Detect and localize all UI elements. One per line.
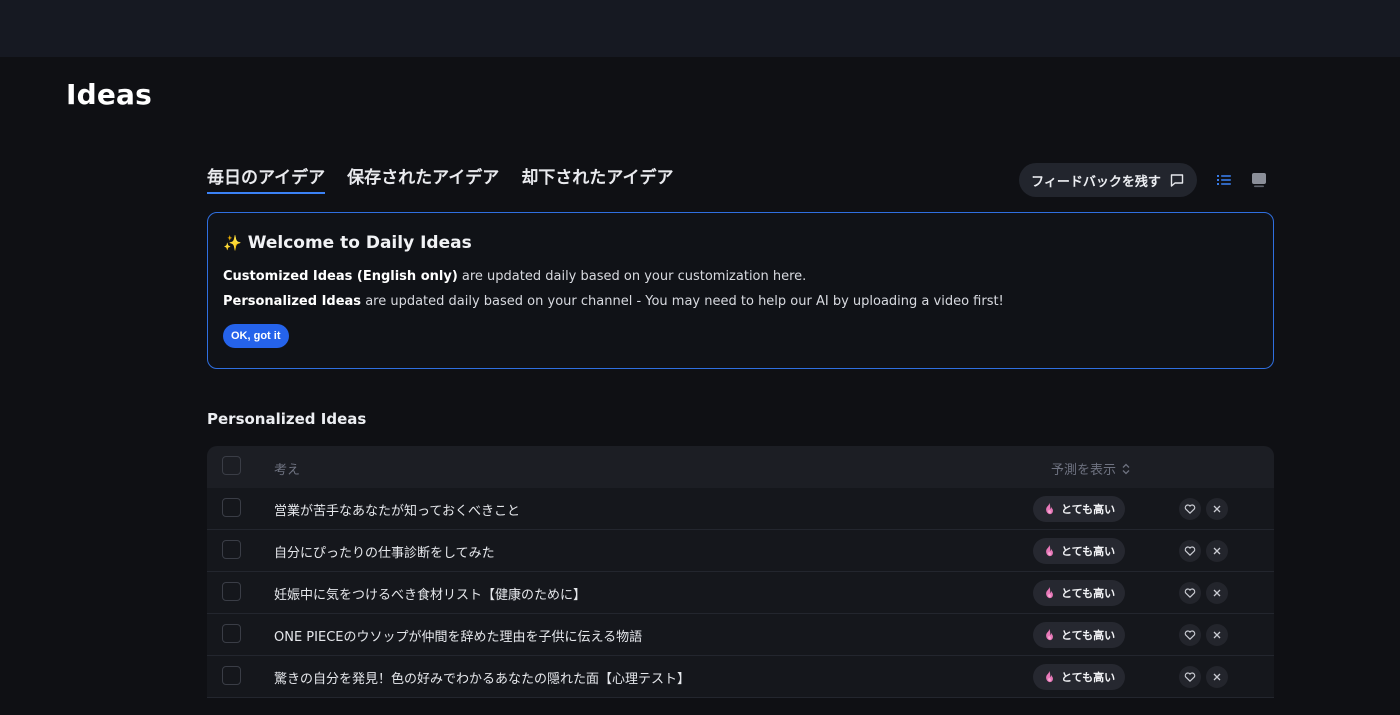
prediction-badge: とても高い — [1033, 496, 1126, 522]
close-icon — [1213, 505, 1221, 513]
idea-title: 妊娠中に気をつけるべき食材リスト【健康のために】 — [274, 588, 587, 603]
heart-icon — [1184, 630, 1196, 640]
welcome-line-personalized: Personalized Ideas are updated daily bas… — [223, 294, 1258, 310]
prediction-label: とても高い — [1061, 671, 1116, 684]
flame-icon — [1046, 671, 1053, 683]
dismiss-idea-button[interactable] — [1206, 666, 1228, 688]
prediction-label: とても高い — [1061, 587, 1116, 600]
welcome-line1-bold: Customized Ideas (English only) — [223, 269, 458, 284]
dismiss-idea-button[interactable] — [1206, 624, 1228, 646]
dismiss-idea-button[interactable] — [1206, 582, 1228, 604]
select-all-checkbox[interactable] — [222, 456, 241, 475]
prediction-label: とても高い — [1061, 629, 1116, 642]
prediction-badge: とても高い — [1033, 664, 1126, 690]
welcome-line2-bold: Personalized Ideas — [223, 294, 362, 309]
top-bar — [0, 0, 1400, 57]
header-prediction-sort[interactable]: 予測を表示 — [1051, 459, 1131, 478]
message-square-icon — [1170, 174, 1184, 187]
close-icon — [1213, 589, 1221, 597]
idea-title: 自分にぴったりの仕事診断をしてみた — [274, 546, 495, 561]
tab-rejected-ideas[interactable]: 却下されたアイデア — [521, 166, 673, 194]
table-row: 驚きの自分を発見！色の好みでわかるあなたの隠れた面【心理テスト】 とても高い — [207, 656, 1274, 698]
table-row: 営業が苦手なあなたが知っておくべきこと とても高い — [207, 488, 1274, 530]
close-icon — [1213, 631, 1221, 639]
idea-title: ONE PIECEのウソップが仲間を辞めた理由を子供に伝える物語 — [274, 630, 643, 645]
welcome-line-customized: Customized Ideas (English only) are upda… — [223, 269, 1258, 285]
header-idea: 考え — [274, 463, 301, 478]
list-view-icon[interactable] — [1214, 171, 1234, 189]
welcome-line1-rest: are updated daily based on your customiz… — [457, 269, 807, 284]
welcome-line2-rest: are updated daily based on your channel … — [361, 294, 1004, 309]
heart-icon — [1184, 672, 1196, 682]
flame-icon — [1046, 587, 1053, 599]
prediction-badge: とても高い — [1033, 622, 1126, 648]
prediction-label: とても高い — [1061, 545, 1116, 558]
sort-icon — [1122, 463, 1130, 474]
flame-icon — [1046, 503, 1053, 515]
header-prediction-label: 予測を表示 — [1051, 463, 1117, 478]
heart-icon — [1184, 588, 1196, 598]
ok-got-it-button[interactable]: OK, got it — [223, 324, 289, 348]
prediction-badge: とても高い — [1033, 580, 1126, 606]
row-checkbox[interactable] — [222, 582, 241, 601]
save-idea-button[interactable] — [1179, 624, 1201, 646]
ideas-table: 考え 予測を表示 営業が苦手なあなたが知っておくべきこと とても高い 自分にぴっ… — [207, 446, 1274, 698]
card-view-icon[interactable] — [1249, 170, 1269, 190]
save-idea-button[interactable] — [1179, 498, 1201, 520]
welcome-title-text: Welcome to Daily Ideas — [247, 233, 472, 253]
sparkles-icon: ✨ — [223, 234, 242, 252]
tab-daily-ideas[interactable]: 毎日のアイデア — [207, 166, 326, 194]
table-row: ONE PIECEのウソップが仲間を辞めた理由を子供に伝える物語 とても高い — [207, 614, 1274, 656]
feedback-label: フィードバックを残す — [1031, 174, 1161, 190]
welcome-title: ✨ Welcome to Daily Ideas — [223, 232, 1258, 254]
close-icon — [1213, 673, 1221, 681]
ideas-tabs: 毎日のアイデア 保存されたアイデア 却下されたアイデア — [207, 166, 673, 196]
heart-icon — [1184, 504, 1196, 514]
row-checkbox[interactable] — [222, 624, 241, 643]
prediction-badge: とても高い — [1033, 538, 1126, 564]
flame-icon — [1046, 545, 1053, 557]
tab-saved-ideas[interactable]: 保存されたアイデア — [347, 166, 499, 194]
section-title: Personalized Ideas — [207, 410, 367, 428]
table-row: 自分にぴったりの仕事診断をしてみた とても高い — [207, 530, 1274, 572]
table-header: 考え 予測を表示 — [207, 446, 1274, 488]
save-idea-button[interactable] — [1179, 540, 1201, 562]
row-checkbox[interactable] — [222, 666, 241, 685]
prediction-label: とても高い — [1061, 503, 1116, 516]
page-title: Ideas — [66, 78, 153, 111]
save-idea-button[interactable] — [1179, 666, 1201, 688]
idea-title: 驚きの自分を発見！色の好みでわかるあなたの隠れた面【心理テスト】 — [274, 672, 691, 687]
row-checkbox[interactable] — [222, 540, 241, 559]
flame-icon — [1046, 629, 1053, 641]
feedback-button[interactable]: フィードバックを残す — [1019, 163, 1197, 197]
heart-icon — [1184, 546, 1196, 556]
idea-title: 営業が苦手なあなたが知っておくべきこと — [274, 504, 520, 519]
save-idea-button[interactable] — [1179, 582, 1201, 604]
row-checkbox[interactable] — [222, 498, 241, 517]
table-row: 妊娠中に気をつけるべき食材リスト【健康のために】 とても高い — [207, 572, 1274, 614]
close-icon — [1213, 547, 1221, 555]
dismiss-idea-button[interactable] — [1206, 498, 1228, 520]
dismiss-idea-button[interactable] — [1206, 540, 1228, 562]
welcome-banner: ✨ Welcome to Daily Ideas Customized Idea… — [207, 212, 1274, 369]
